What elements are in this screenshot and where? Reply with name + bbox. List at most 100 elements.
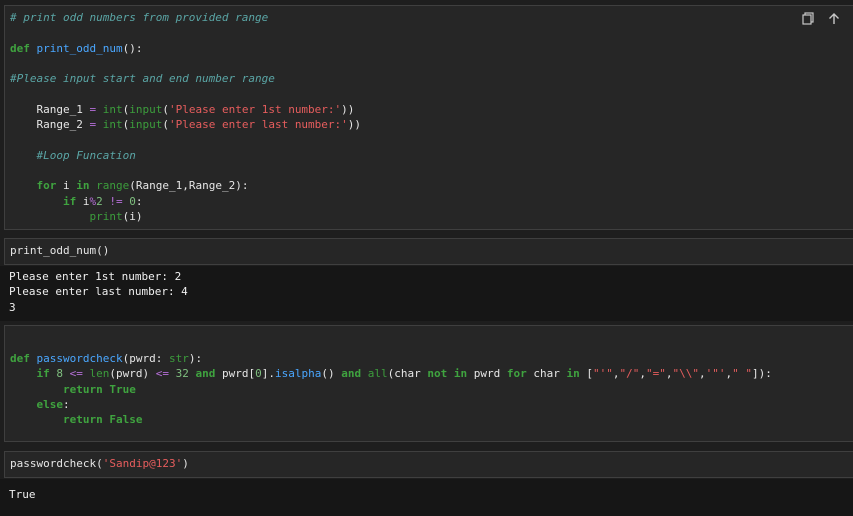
code-token: '"' bbox=[705, 367, 726, 381]
code-token: def bbox=[10, 41, 37, 55]
cell-toolbar bbox=[800, 10, 842, 26]
code-cell-print-odd-num-def[interactable]: # print odd numbers from provided range d… bbox=[4, 5, 853, 230]
code-token: in bbox=[566, 367, 580, 381]
code-line: else: bbox=[10, 397, 70, 412]
code-token: print bbox=[89, 209, 123, 223]
code-token: if bbox=[10, 194, 83, 208]
code-token: i bbox=[62, 179, 77, 193]
code-cell-print-odd-num-call[interactable]: print_odd_num() bbox=[4, 238, 853, 265]
code-token: char bbox=[526, 367, 567, 381]
output-line: True bbox=[9, 488, 36, 501]
code-token: return False bbox=[10, 413, 143, 426]
cell-output: Please enter 1st number: 2 Please enter l… bbox=[0, 266, 853, 321]
code-line: Range_1 = int(input('Please enter 1st nu… bbox=[10, 103, 354, 117]
code-token: , bbox=[698, 367, 706, 381]
code-token: passwordcheck bbox=[36, 352, 123, 366]
code-token: and bbox=[341, 367, 362, 381]
output-line: 3 bbox=[9, 300, 16, 314]
code-token: <= bbox=[69, 367, 83, 381]
code-token: input bbox=[129, 102, 163, 116]
code-line: print(i) bbox=[10, 210, 142, 224]
code-line: return False bbox=[10, 413, 142, 427]
code-line: if 8 <= len(pwrd) <= 32 and pwrd[0].isal… bbox=[10, 367, 772, 381]
code-cell-passwordcheck-def[interactable]: def passwordcheck(pwrd: str): if 8 <= le… bbox=[4, 325, 853, 442]
code-line: def print_odd_num(): bbox=[10, 42, 142, 56]
code-token: len bbox=[89, 367, 110, 381]
code-token: (i) bbox=[122, 209, 143, 223]
code-token: : bbox=[135, 194, 143, 208]
code-token: (pwrd) bbox=[109, 367, 156, 381]
code-token: print_odd_num() bbox=[10, 244, 110, 257]
code-token: not in bbox=[427, 367, 468, 381]
code-token: 'Sandip@123' bbox=[102, 457, 183, 470]
code-token: 'Please enter last number:' bbox=[168, 118, 348, 132]
code-token: != bbox=[109, 194, 123, 208]
code-token: str bbox=[168, 352, 189, 366]
code-line: #Please input start and end number range bbox=[10, 72, 275, 86]
code-token: and bbox=[195, 367, 216, 381]
copy-icon[interactable] bbox=[800, 10, 816, 26]
code-line: def passwordcheck(pwrd: str): bbox=[10, 352, 202, 366]
code-token: (Range_1,Range_2): bbox=[129, 179, 249, 193]
code-token: " " bbox=[732, 367, 752, 381]
code-line: #Loop Funcation bbox=[10, 149, 135, 163]
code-token: )) bbox=[341, 102, 355, 116]
code-token: int bbox=[102, 102, 123, 116]
code-token: Range_2 bbox=[10, 118, 90, 132]
code-token: passwordcheck( bbox=[10, 457, 103, 470]
code-token: ]. bbox=[261, 367, 275, 381]
code-line: Range_2 = int(input('Please enter last n… bbox=[10, 118, 361, 132]
code-token: input bbox=[129, 118, 163, 132]
code-token: ): bbox=[188, 352, 203, 366]
code-token: pwrd bbox=[467, 367, 507, 381]
cell-output: True bbox=[0, 479, 853, 516]
code-token: ( bbox=[162, 118, 169, 132]
code-line: for i in range(Range_1,Range_2): bbox=[10, 179, 248, 193]
code-token: #Please input start and end number range bbox=[10, 72, 275, 86]
arrow-up-icon[interactable] bbox=[826, 10, 842, 26]
code-token: range bbox=[96, 179, 130, 193]
code-token: [ bbox=[579, 367, 593, 381]
code-line: return True bbox=[10, 383, 136, 397]
code-token: 0 bbox=[129, 194, 136, 208]
code-token: def bbox=[10, 352, 37, 366]
code-token: : bbox=[62, 397, 70, 411]
code-line: passwordcheck('Sandip@123') bbox=[10, 457, 189, 471]
code-token: in bbox=[76, 179, 97, 193]
code-token: ]): bbox=[751, 367, 772, 381]
code-token: print_odd_num bbox=[36, 41, 123, 55]
code-token: (char bbox=[387, 367, 428, 381]
code-token: ) bbox=[182, 457, 189, 470]
code-token: isalpha bbox=[274, 367, 322, 381]
code-line: print_odd_num() bbox=[10, 244, 109, 258]
code-token: pwrd[ bbox=[215, 367, 256, 381]
code-token: (pwrd: bbox=[122, 352, 169, 366]
code-token: else bbox=[10, 397, 63, 411]
code-token: <= bbox=[155, 367, 169, 381]
code-token: (): bbox=[122, 41, 143, 55]
code-token: "'" bbox=[592, 367, 613, 381]
code-cell-passwordcheck-call[interactable]: passwordcheck('Sandip@123') bbox=[4, 451, 853, 478]
code-token: )) bbox=[347, 118, 362, 132]
code-token: 2 bbox=[96, 194, 103, 208]
code-token: "/" bbox=[619, 367, 640, 381]
code-line: if i%2 != 0: bbox=[10, 194, 143, 209]
code-token: , bbox=[639, 367, 646, 381]
code-token: "\\" bbox=[672, 367, 699, 381]
code-line: # print odd numbers from provided range bbox=[10, 11, 268, 25]
code-token: "=" bbox=[645, 367, 666, 381]
code-token: 8 bbox=[56, 367, 63, 381]
code-token: for bbox=[506, 367, 527, 381]
code-token: all bbox=[367, 367, 388, 381]
code-token: () bbox=[321, 367, 342, 381]
code-token: int bbox=[102, 118, 123, 132]
code-token: for bbox=[10, 179, 63, 193]
code-token: ( bbox=[162, 102, 169, 116]
output-line: Please enter last number: 4 bbox=[9, 285, 188, 299]
